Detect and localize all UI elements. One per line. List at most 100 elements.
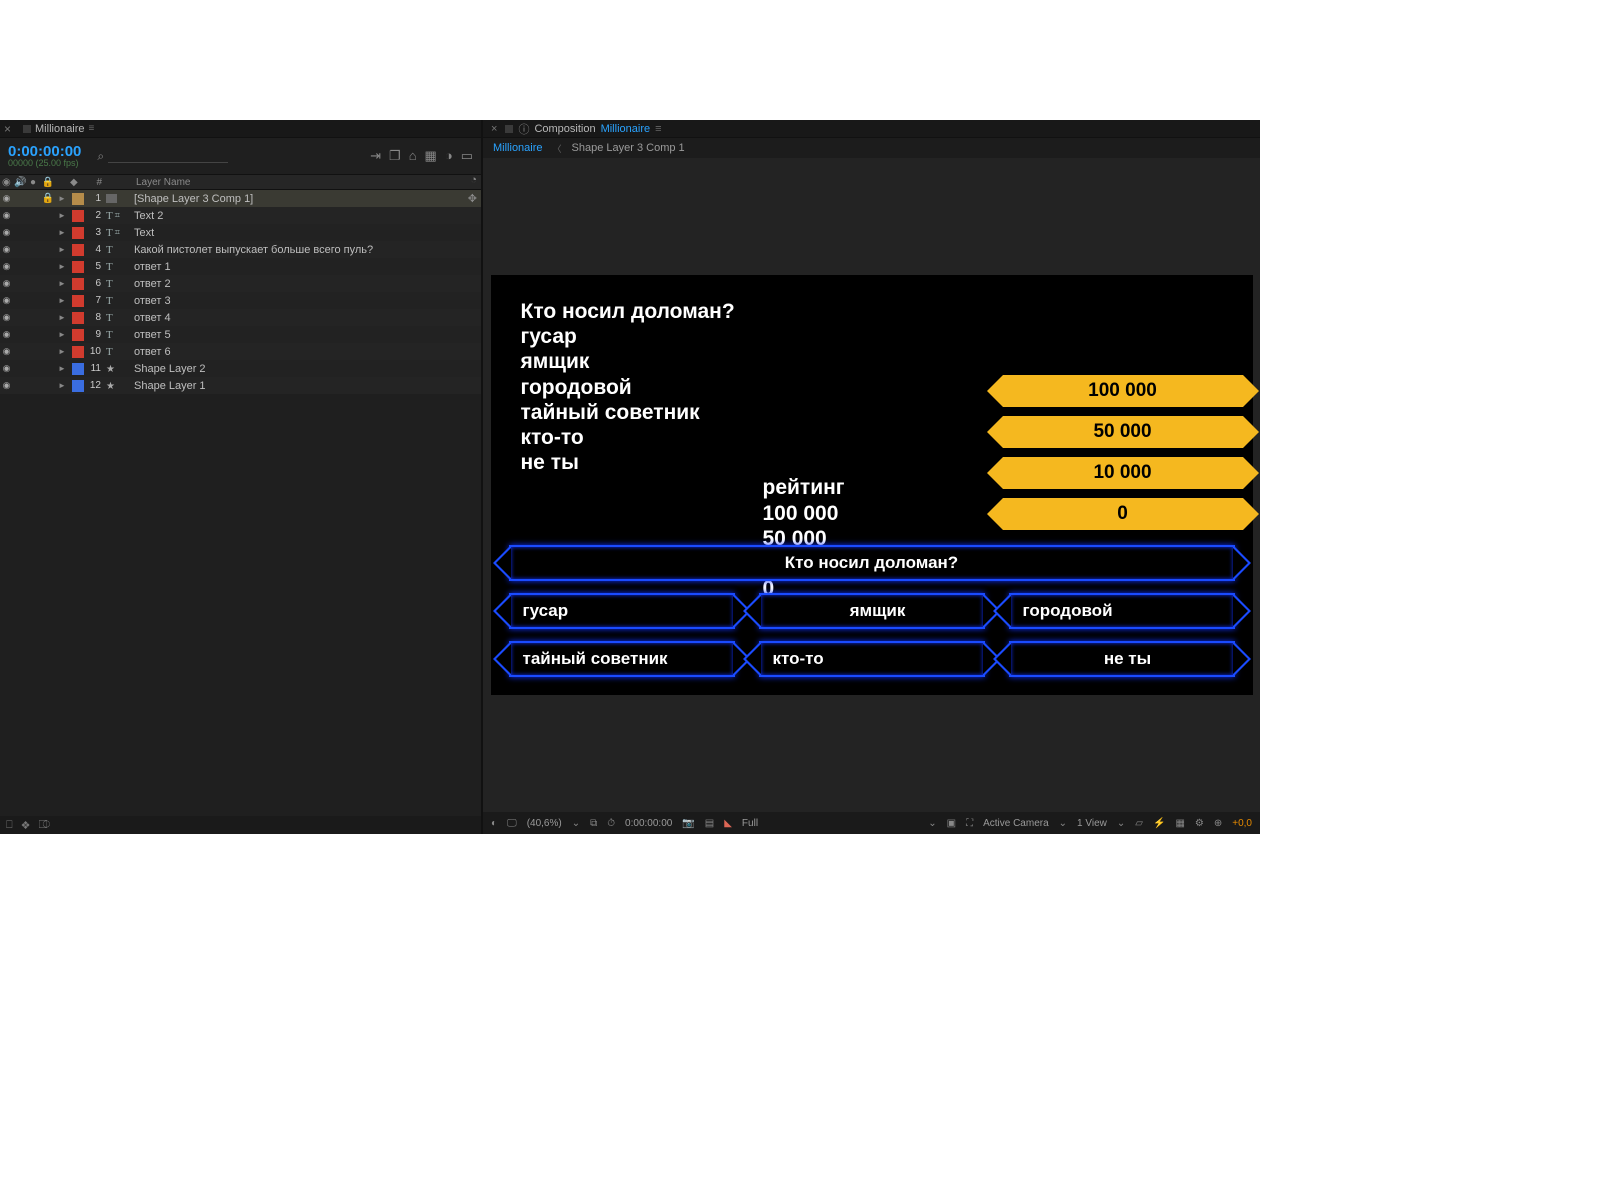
layer-row[interactable]: ◉►11Shape Layer 2 [0,360,481,377]
monitor-icon[interactable]: 🖵 [507,818,517,829]
channels-icon[interactable]: ▤ [705,818,714,829]
twirl-icon[interactable]: ► [58,330,70,339]
viewer-area[interactable]: Кто носил доломан? гусар ямщик городовой… [483,158,1260,812]
label-column-icon[interactable]: ◆ [70,177,78,188]
layer-color-swatch[interactable] [72,278,84,290]
video-toggle-icon[interactable]: ◉ [2,262,11,271]
pixel-aspect-icon[interactable]: ▱ [1135,818,1143,829]
layer-row[interactable]: ◉►8Tответ 4 [0,309,481,326]
viewer-timecode[interactable]: 0:00:00:00 [625,818,672,829]
layer-name[interactable]: Shape Layer 1 [132,380,481,392]
layer-color-swatch[interactable] [72,193,84,205]
video-toggle-icon[interactable]: ◉ [2,347,11,356]
layer-color-swatch[interactable] [72,295,84,307]
layer-row[interactable]: ◉►3T⌗Text [0,224,481,241]
tab-menu-icon[interactable]: ≡ [655,123,661,135]
twirl-icon[interactable]: ► [58,245,70,254]
exposure-readout[interactable]: +0,0 [1232,818,1252,829]
alpha-icon[interactable]: ◐ [491,818,497,829]
layer-row[interactable]: ◉►7Tответ 3 [0,292,481,309]
layer-color-swatch[interactable] [72,380,84,392]
layer-name-header[interactable]: Layer Name [132,177,481,188]
transparency-grid-icon[interactable]: ▦ [1175,818,1184,829]
layer-row[interactable]: ◉►12Shape Layer 1 [0,377,481,394]
composition-tab[interactable]: ⓘ Composition Millionaire ≡ [505,121,661,137]
3d-view-icon[interactable]: ⛶ [966,818,973,829]
solo-column-icon[interactable]: ● [30,177,36,188]
layer-search[interactable]: ⌕ [97,149,360,164]
toggle-switches-icon[interactable]: ⎕ [6,819,13,832]
search-input[interactable] [108,150,228,163]
layer-name[interactable]: [Shape Layer 3 Comp 1] [132,193,481,205]
twirl-icon[interactable]: ► [58,262,70,271]
layer-name[interactable]: Text 2 [132,210,481,222]
guides-icon[interactable]: ⊕ [1214,818,1222,829]
layer-name[interactable]: ответ 6 [132,346,481,358]
camera-dropdown[interactable]: Active Camera [983,818,1049,829]
layer-color-swatch[interactable] [72,312,84,324]
breadcrumb-child[interactable]: Shape Layer 3 Comp 1 [572,142,685,154]
twirl-icon[interactable]: ► [58,194,70,203]
chevron-down-icon[interactable]: ⌄ [572,818,580,829]
video-toggle-icon[interactable]: ◉ [2,194,11,203]
draft3d-icon[interactable]: ❐ [389,148,401,164]
timeline-tab[interactable]: Millionaire ≡ [15,123,102,135]
resolution-icon[interactable]: ⧉ [590,818,597,829]
layer-color-swatch[interactable] [72,244,84,256]
twirl-icon[interactable]: ► [58,228,70,237]
video-column-icon[interactable]: ◉ [2,177,11,188]
layer-color-swatch[interactable] [72,363,84,375]
twirl-icon[interactable]: ► [58,313,70,322]
twirl-icon[interactable]: ► [58,296,70,305]
layer-row[interactable]: ◉►9Tответ 5 [0,326,481,343]
chevron-down-icon[interactable]: ⌄ [1059,818,1067,829]
close-tab-icon[interactable]: × [491,123,497,135]
twirl-icon[interactable]: ► [58,279,70,288]
lock-column-icon[interactable]: 🔒 [42,177,54,188]
video-toggle-icon[interactable]: ◉ [2,381,11,390]
tab-menu-icon[interactable]: ≡ [89,123,95,134]
video-toggle-icon[interactable]: ◉ [2,296,11,305]
layer-name[interactable]: Shape Layer 2 [132,363,481,375]
layer-color-swatch[interactable] [72,261,84,273]
hide-shy-icon[interactable]: ⌂ [409,148,417,164]
current-timecode[interactable]: 0:00:00:00 00000 (25.00 fps) [8,144,81,168]
layer-color-swatch[interactable] [72,227,84,239]
snapshot-icon[interactable]: 📷 [682,818,694,829]
frame-blend-icon[interactable]: ▦ [425,148,437,164]
layer-color-swatch[interactable] [72,346,84,358]
layer-name[interactable]: ответ 5 [132,329,481,341]
chevron-down-icon[interactable]: ⌄ [1117,818,1125,829]
layer-color-swatch[interactable] [72,210,84,222]
toggle-in-out-icon[interactable]: ⎄ [38,819,50,832]
close-tab-icon[interactable]: × [0,122,15,136]
video-toggle-icon[interactable]: ◉ [2,313,11,322]
layer-name[interactable]: Text [132,227,481,239]
motion-blur-icon[interactable]: ◑ [445,148,453,164]
resolution-dropdown[interactable]: Full [742,818,758,829]
twirl-icon[interactable]: ► [58,364,70,373]
video-toggle-icon[interactable]: ◉ [2,279,11,288]
layer-name[interactable]: ответ 1 [132,261,481,273]
breadcrumb-active[interactable]: Millionaire [493,142,543,154]
layer-name[interactable]: ответ 4 [132,312,481,324]
video-toggle-icon[interactable]: ◉ [2,245,11,254]
toggle-modes-icon[interactable]: ❖ [21,819,31,832]
video-toggle-icon[interactable]: ◉ [2,211,11,220]
video-toggle-icon[interactable]: ◉ [2,330,11,339]
lock-toggle[interactable]: 🔒 [38,193,58,204]
layer-row[interactable]: ◉►6Tответ 2 [0,275,481,292]
layer-name[interactable]: ответ 3 [132,295,481,307]
chevron-down-icon[interactable]: ⌄ [928,818,936,829]
zoom-readout[interactable]: (40,6%) [527,818,562,829]
renderer-icon[interactable]: ⚙ [1195,818,1204,829]
view-layout-icon[interactable]: ▣ [947,818,956,829]
views-dropdown[interactable]: 1 View [1077,818,1107,829]
composition-canvas[interactable]: Кто носил доломан? гусар ямщик городовой… [491,275,1253,695]
twirl-icon[interactable]: ► [58,381,70,390]
layer-name[interactable]: ответ 2 [132,278,481,290]
layer-row[interactable]: ◉►4TКакой пистолет выпускает больше всег… [0,241,481,258]
layer-color-swatch[interactable] [72,329,84,341]
twirl-icon[interactable]: ► [58,211,70,220]
layer-row[interactable]: ◉►5Tответ 1 [0,258,481,275]
